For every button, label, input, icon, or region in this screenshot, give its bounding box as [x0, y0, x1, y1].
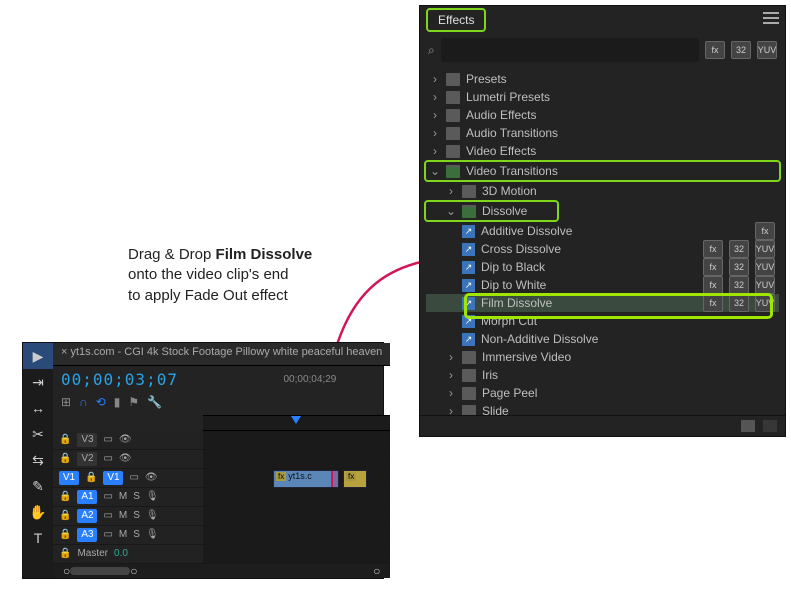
item-dip-to-black[interactable]: ↗Dip to Blackfx32YUV [426, 258, 779, 276]
tree-lumetri[interactable]: ›Lumetri Presets [426, 88, 779, 106]
razor-tool[interactable]: ✂ [23, 421, 53, 447]
lane-v3[interactable] [203, 431, 390, 450]
time-ruler[interactable] [203, 415, 390, 431]
ripple-tool[interactable]: ↔ [23, 395, 53, 421]
tree-slide[interactable]: ›Slide [426, 402, 779, 415]
tree-video-transitions[interactable]: ⌄Video Transitions [424, 160, 781, 182]
timeline-scrollbar[interactable]: ○○○ [53, 564, 390, 578]
lane-a3[interactable] [203, 526, 390, 545]
callout-text: Drag & Drop [128, 246, 216, 263]
tab-effects[interactable]: Effects [426, 8, 486, 32]
video-clip[interactable]: fxyt1s.c [273, 470, 339, 488]
callout-text-2: onto the video clip's end [128, 266, 288, 283]
tree-video-effects[interactable]: ›Video Effects [426, 142, 779, 160]
new-bin-icon[interactable] [741, 420, 755, 432]
track-master-header[interactable]: 🔒Master0.0 [53, 545, 203, 564]
effects-panel: Effects ⌕ fx 32 YUV ›Presets ›Lumetri Pr… [419, 5, 786, 437]
item-film-dissolve[interactable]: ↗Film Dissolvefx32YUV [426, 294, 779, 312]
timeline-panel: ▶ ⇥ ↔ ✂ ⇆ ✎ ✋ T × yt1s.com - CGI 4k Stoc… [22, 342, 384, 579]
clip-end-drop-target[interactable] [331, 470, 339, 488]
panel-tab-bar: Effects [420, 6, 785, 32]
settings-icon[interactable]: ⚑ [128, 395, 139, 409]
item-cross-dissolve[interactable]: ↗Cross Dissolvefx32YUV [426, 240, 779, 258]
slip-tool[interactable]: ⇆ [23, 447, 53, 473]
yuv-badge[interactable]: YUV [757, 41, 777, 59]
lane-v1[interactable]: fxyt1s.c fx [203, 469, 390, 488]
track-a3-header[interactable]: 🔒A3▭MS🎙 [53, 526, 203, 545]
tree-audio-effects[interactable]: ›Audio Effects [426, 106, 779, 124]
instruction-callout: Drag & Drop Film Dissolve onto the video… [128, 245, 398, 306]
tools-column: ▶ ⇥ ↔ ✂ ⇆ ✎ ✋ T [23, 343, 53, 578]
transition-clip[interactable]: fx [343, 470, 367, 488]
linked-sel-icon[interactable]: ⟲ [96, 395, 106, 409]
marker-icon[interactable]: ▮ [114, 395, 121, 409]
tree-3d-motion[interactable]: ›3D Motion [426, 182, 779, 200]
accel-badge[interactable]: fx [705, 41, 725, 59]
track-v1-header[interactable]: V1🔒V1▭👁 [53, 469, 203, 488]
effects-search-input[interactable] [441, 38, 699, 62]
track-v2-header[interactable]: 🔒V2▭👁 [53, 450, 203, 469]
type-tool[interactable]: T [23, 525, 53, 551]
timeline-toolbar: ⊞ ∩ ⟲ ▮ ⚑ 🔧 [53, 393, 390, 415]
callout-bold: Film Dissolve [216, 246, 313, 263]
ruler-timecode: 00;00;04;29 [283, 374, 336, 385]
item-additive-dissolve[interactable]: ↗Additive Dissolvefx [426, 222, 779, 240]
callout-text-3: to apply Fade Out effect [128, 287, 288, 304]
effects-search-row: ⌕ fx 32 YUV [420, 32, 785, 68]
current-timecode[interactable]: 00;00;03;07 [61, 370, 178, 389]
sequence-tab[interactable]: × yt1s.com - CGI 4k Stock Footage Pillow… [53, 343, 390, 366]
track-a1-header[interactable]: 🔒A1▭MS🎙 [53, 488, 203, 507]
playhead-icon[interactable] [291, 416, 301, 424]
item-morph-cut[interactable]: ↗Morph Cut [426, 312, 779, 330]
lane-a2[interactable] [203, 507, 390, 526]
effects-footer [420, 415, 785, 436]
tree-iris[interactable]: ›Iris [426, 366, 779, 384]
pen-tool[interactable]: ✎ [23, 473, 53, 499]
hand-tool[interactable]: ✋ [23, 499, 53, 525]
search-icon: ⌕ [428, 43, 435, 58]
track-select-tool[interactable]: ⇥ [23, 369, 53, 395]
selection-tool[interactable]: ▶ [23, 343, 53, 369]
track-v3-header[interactable]: 🔒V3▭👁 [53, 431, 203, 450]
lane-v2[interactable] [203, 450, 390, 469]
clip-fx-badge: fx [276, 472, 286, 481]
lane-a1[interactable] [203, 488, 390, 507]
snap-icon[interactable]: ∩ [79, 395, 88, 409]
32bit-badge[interactable]: 32 [731, 41, 751, 59]
wrench-icon[interactable]: 🔧 [147, 395, 162, 409]
tree-page-peel[interactable]: ›Page Peel [426, 384, 779, 402]
delete-icon[interactable] [763, 420, 777, 432]
tree-immersive[interactable]: ›Immersive Video [426, 348, 779, 366]
nest-icon[interactable]: ⊞ [61, 395, 71, 409]
panel-menu-icon[interactable] [763, 12, 779, 24]
track-a2-header[interactable]: 🔒A2▭MS🎙 [53, 507, 203, 526]
item-non-additive-dissolve[interactable]: ↗Non-Additive Dissolve [426, 330, 779, 348]
tree-presets[interactable]: ›Presets [426, 70, 779, 88]
tree-dissolve[interactable]: ⌄Dissolve [424, 200, 559, 222]
lane-master[interactable] [203, 545, 390, 564]
item-dip-to-white[interactable]: ↗Dip to Whitefx32YUV [426, 276, 779, 294]
tree-audio-transitions[interactable]: ›Audio Transitions [426, 124, 779, 142]
effects-tree: ›Presets ›Lumetri Presets ›Audio Effects… [420, 68, 785, 415]
